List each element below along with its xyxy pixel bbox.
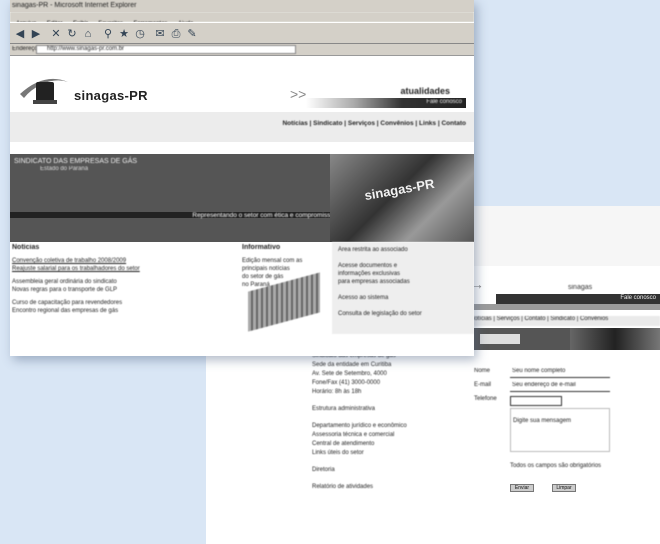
foreground-browser-window: sinagas-PR - Microsoft Internet Explorer…: [10, 0, 474, 356]
news-item[interactable]: Assembleia geral ordinária do sindicato: [12, 278, 238, 286]
site-logo-text: sinagas: [568, 284, 593, 291]
info-line: Sede da entidade em Curitiba: [312, 362, 392, 368]
forward-icon[interactable]: ▶: [30, 28, 42, 40]
email-input[interactable]: Seu endereço de e-mail: [510, 382, 610, 392]
address-bar: Endereço http://www.sinagas-pr.com.br: [10, 44, 474, 56]
info-column: Sindicato das empresas de gás Sede da en…: [312, 352, 472, 492]
window-title-bar: sinagas-PR - Microsoft Internet Explorer: [10, 0, 474, 12]
info-line[interactable]: Departamento jurídico e econômico: [312, 422, 472, 430]
banner-chip: [480, 334, 520, 344]
nav-links[interactable]: Notícias | Sindicato | Serviços | Convên…: [282, 120, 466, 127]
info-line[interactable]: Relatório de atividades: [312, 483, 472, 491]
info-line[interactable]: Central de atendimento: [312, 440, 472, 448]
window-title: sinagas-PR - Microsoft Internet Explorer: [12, 2, 137, 9]
header-title: atualidades: [400, 86, 450, 96]
nav-band: Notícias | Sindicato | Serviços | Convên…: [10, 112, 474, 142]
news-item[interactable]: Encontro regional das empresas de gás: [12, 307, 238, 315]
refresh-icon[interactable]: ↻: [66, 28, 78, 40]
info-line[interactable]: Estrutura administrativa: [312, 405, 472, 413]
building-sign: sinagas-PR: [363, 175, 436, 204]
members-legislation-link[interactable]: Consulta de legislação do setor: [338, 310, 468, 318]
mail-icon[interactable]: ✉: [154, 28, 166, 40]
members-line: para empresas associadas: [338, 279, 410, 285]
info-line[interactable]: Links úteis do setor: [312, 449, 472, 457]
arrow-icon: >>: [290, 86, 307, 102]
site-logo-text[interactable]: sinagas-PR: [74, 88, 148, 103]
address-input[interactable]: http://www.sinagas-pr.com.br: [36, 45, 296, 54]
search-icon[interactable]: ⚲: [102, 28, 114, 40]
members-title[interactable]: Área restrita ao associado: [338, 246, 468, 254]
info-line: Horário: 8h às 18h: [312, 389, 362, 395]
banner-heading: SINDICATO DAS EMPRESAS DE GÁS: [14, 158, 138, 165]
favorites-icon[interactable]: ★: [118, 28, 130, 40]
edit-icon[interactable]: ✎: [186, 28, 198, 40]
info-line: Fone/Fax (41) 3000-0000: [312, 380, 381, 386]
banner-subheading: Estado do Paraná: [40, 166, 89, 172]
banner-photo: [570, 328, 660, 350]
members-line: informações exclusivas: [338, 271, 401, 277]
form-note: Todos os campos são obrigatórios: [510, 463, 602, 469]
address-label: Endereço: [12, 46, 38, 52]
menu-bar: Arquivo Editar Exibir Favoritos Ferramen…: [10, 12, 474, 27]
news-link[interactable]: Convenção coletiva de trabalho 2008/2009: [12, 257, 238, 265]
toolbar: ◀ ▶ ✕ ↻ ⌂ ⚲ ★ ◷ ✉ ⎙ ✎: [10, 22, 474, 44]
stop-icon[interactable]: ✕: [50, 28, 62, 40]
news-item[interactable]: Novas regras para o transporte de GLP: [12, 286, 238, 294]
info-line[interactable]: Assessoria técnica e comercial: [312, 431, 472, 439]
home-icon[interactable]: ⌂: [82, 28, 94, 40]
news-item[interactable]: Curso de capacitação para revendedores: [12, 299, 238, 307]
clear-button[interactable]: Limpar: [552, 484, 576, 492]
banner-tagline: Representando o setor com ética e compro…: [192, 212, 334, 219]
contact-form: Nome Seu nome completo E-mail Seu endereço…: [474, 366, 660, 474]
email-label: E-mail: [474, 382, 492, 388]
news-link[interactable]: Reajuste salarial para os trabalhadores …: [12, 265, 238, 273]
phone-label: Telefone: [474, 396, 497, 402]
header-contact-bar[interactable]: Fale conosco: [306, 98, 466, 108]
print-icon[interactable]: ⎙: [170, 28, 182, 40]
submit-button[interactable]: Enviar: [510, 484, 534, 492]
message-textarea[interactable]: Digite sua mensagem: [510, 408, 610, 452]
newsletter-column: Informativo Edição mensal com as princip…: [242, 244, 334, 332]
gas-cylinder-logo-icon[interactable]: [16, 68, 72, 108]
newsletter-line: principais notícias: [242, 266, 290, 272]
history-icon[interactable]: ◷: [134, 28, 146, 40]
newsletter-line: Edição mensal com as: [242, 258, 303, 264]
back-icon[interactable]: ◀: [14, 28, 26, 40]
header-contact-label: Fale conosco: [426, 99, 462, 105]
newsletter-title: Informativo: [242, 244, 281, 251]
members-line: Acesse documentos e: [338, 263, 398, 269]
news-column: Notícias Convenção coletiva de trabalho …: [12, 244, 238, 315]
members-login-link[interactable]: Acesso ao sistema: [338, 294, 468, 302]
message-placeholder: Digite sua mensagem: [513, 418, 572, 424]
header-contact-label: Fale conosco: [620, 295, 656, 301]
info-line: Av. Sete de Setembro, 4000: [312, 371, 387, 377]
info-line[interactable]: Diretoria: [312, 466, 472, 474]
header-contact-bar[interactable]: Fale conosco: [496, 294, 660, 304]
phone-input[interactable]: [510, 396, 562, 406]
members-box: Área restrita ao associado Acesse docume…: [332, 242, 474, 334]
name-label: Nome: [474, 368, 491, 374]
building-photo: sinagas-PR: [330, 154, 474, 242]
news-title: Notícias: [12, 244, 40, 251]
name-input[interactable]: Seu nome completo: [510, 368, 610, 378]
banner-strip: [468, 328, 660, 350]
nav-links[interactable]: Notícias | Serviços | Contato | Sindicat…: [468, 316, 660, 326]
site-header: sinagas-PR >> atualidades Fale conosco: [10, 58, 474, 116]
